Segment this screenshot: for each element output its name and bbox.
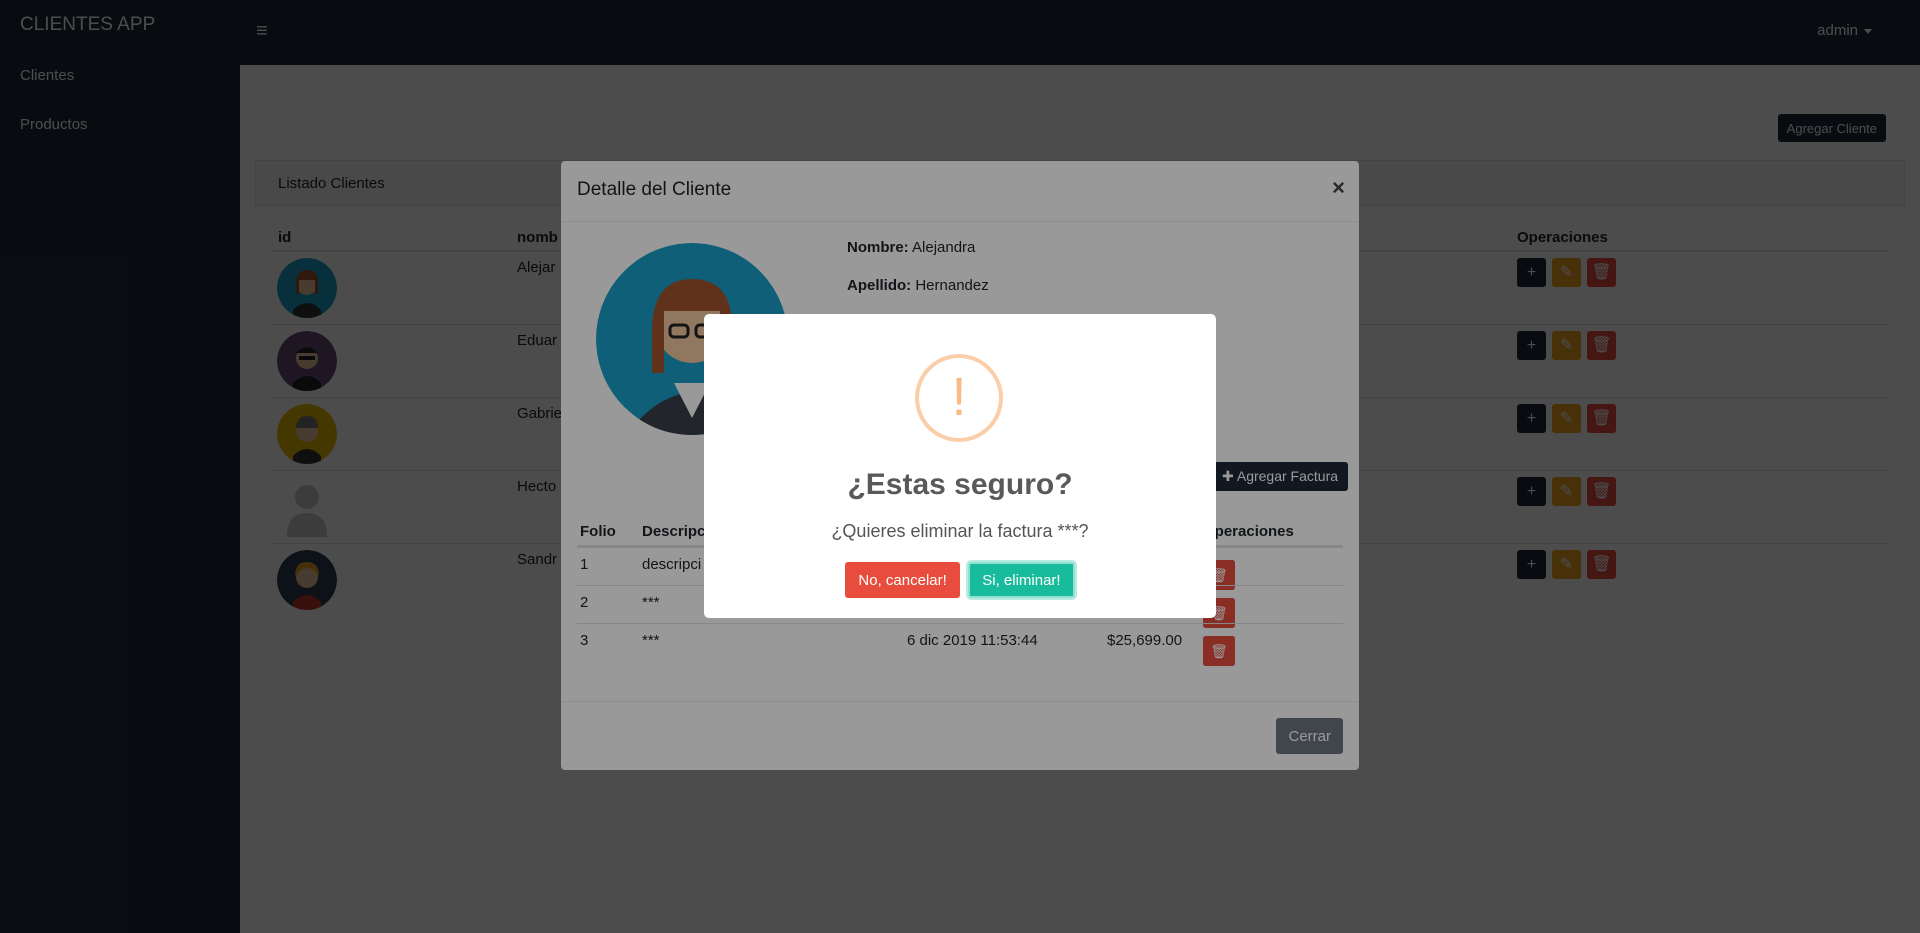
- dialog-actions: No, cancelar! Si, eliminar!: [704, 562, 1216, 598]
- exclamation-mark: !: [951, 367, 967, 427]
- cancel-button[interactable]: No, cancelar!: [845, 562, 960, 598]
- confirm-delete-dialog: ! ¿Estas seguro? ¿Quieres eliminar la fa…: [704, 314, 1216, 618]
- dialog-message: ¿Quieres eliminar la factura ***?: [831, 521, 1089, 541]
- dialog-title: ¿Estas seguro?: [847, 468, 1073, 501]
- confirm-delete-button[interactable]: Si, eliminar!: [968, 562, 1075, 598]
- warning-icon: !: [915, 354, 1003, 442]
